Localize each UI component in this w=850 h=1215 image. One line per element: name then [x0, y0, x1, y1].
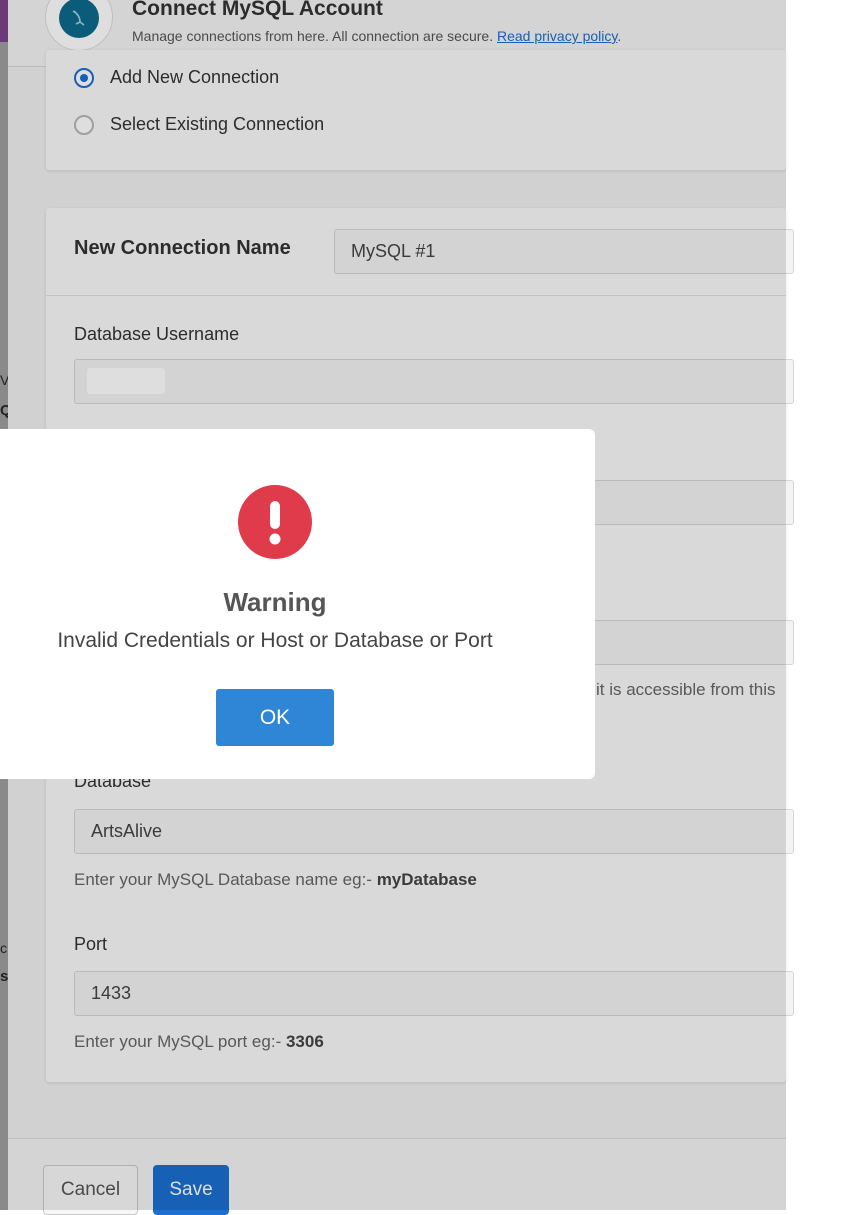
connection-choice-card: Add New Connection Select Existing Conne… — [46, 50, 786, 170]
dialog-title: Warning — [223, 587, 327, 617]
radio-button-selected[interactable] — [74, 67, 94, 88]
port-hint-example: 3306 — [285, 1032, 324, 1051]
save-button[interactable]: Save — [153, 1165, 229, 1215]
mysql-dolphin-icon — [59, 0, 99, 38]
radio-button[interactable] — [74, 114, 94, 135]
cancel-button[interactable]: Cancel — [43, 1165, 138, 1215]
connection-name-label: New Connection Name — [74, 237, 291, 259]
page-subtitle: Manage connections from here. All connec… — [132, 28, 621, 44]
subtitle-text: Manage connections from here. All connec… — [132, 28, 494, 44]
database-input[interactable]: ArtsAlive — [74, 809, 794, 854]
port-hint-text: Enter your MySQL port eg:- — [74, 1032, 286, 1051]
exclamation-icon — [238, 485, 312, 559]
ok-button[interactable]: OK — [216, 689, 334, 746]
radio-label: Select Existing Connection — [110, 114, 325, 134]
privacy-policy-link[interactable]: Read privacy policy — [497, 28, 617, 44]
mysql-logo — [45, 0, 113, 51]
connection-name-row: New Connection Name MySQL #1 — [46, 208, 794, 296]
redacted-username — [87, 368, 165, 394]
port-label: Port — [74, 934, 108, 954]
radio-add-new-connection[interactable]: Add New Connection — [74, 67, 279, 88]
port-hint: Enter your MySQL port eg:- 3306 — [74, 1032, 324, 1052]
warning-dialog: Warning Invalid Credentials or Host or D… — [0, 429, 595, 779]
database-hint-text: Enter your MySQL Database name eg:- — [74, 870, 377, 889]
database-hint-example: myDatabase — [376, 870, 477, 889]
username-input[interactable] — [74, 359, 794, 404]
subtitle-period: . — [617, 28, 622, 44]
background-text-fragment: c — [0, 940, 7, 956]
page-title: Connect MySQL Account — [132, 0, 383, 20]
username-label: Database Username — [74, 324, 240, 344]
dialog-message: Invalid Credentials or Host or Database … — [57, 629, 493, 652]
database-hint: Enter your MySQL Database name eg:- myDa… — [74, 870, 477, 890]
host-hint: it is accessible from this — [596, 680, 776, 699]
radio-select-existing-connection[interactable]: Select Existing Connection — [74, 114, 324, 135]
port-input[interactable]: 1433 — [74, 971, 794, 1016]
radio-label: Add New Connection — [110, 67, 280, 87]
connection-name-input[interactable]: MySQL #1 — [334, 229, 794, 274]
background-nav-bar — [0, 0, 8, 42]
panel-footer: Cancel Save — [8, 1138, 786, 1215]
